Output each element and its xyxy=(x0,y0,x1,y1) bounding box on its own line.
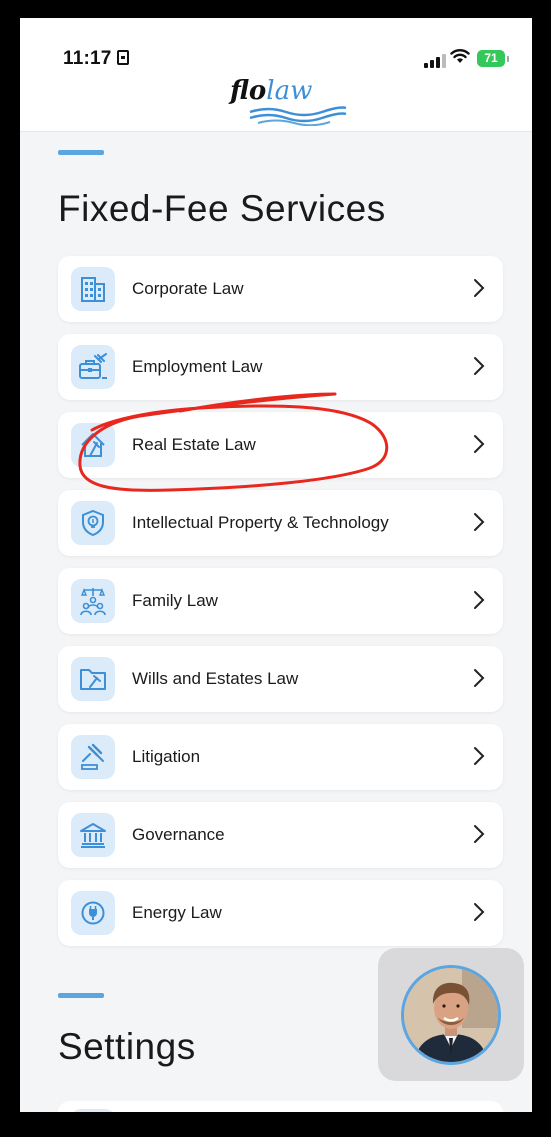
power-plug-icon xyxy=(71,891,115,935)
wifi-icon xyxy=(450,48,470,70)
service-label: Real Estate Law xyxy=(132,435,256,454)
chevron-right-icon xyxy=(474,747,485,765)
status-bar: 11:17 71 xyxy=(20,18,532,70)
battery-icon: 71 xyxy=(477,50,509,67)
service-item-family-law[interactable]: Family Law xyxy=(58,568,503,634)
service-label: Governance xyxy=(132,825,225,844)
phone-screen: 11:17 71 flolaw Fixed-Fee Services Corpo… xyxy=(20,18,532,1112)
service-item-energy-law[interactable]: Energy Law xyxy=(58,880,503,946)
chevron-right-icon xyxy=(474,825,485,843)
assistant-avatar-button[interactable] xyxy=(378,948,524,1081)
service-label: Intellectual Property & Technology xyxy=(132,513,389,532)
sim-icon xyxy=(116,50,129,65)
app-header: flolaw xyxy=(20,68,532,132)
gavel-icon xyxy=(71,735,115,779)
chevron-right-icon xyxy=(474,903,485,921)
service-item-intellectual-property[interactable]: Intellectual Property & Technology xyxy=(58,490,503,556)
institution-icon xyxy=(71,813,115,857)
chevron-right-icon xyxy=(474,591,485,609)
house-icon xyxy=(71,423,115,467)
waves-icon xyxy=(249,106,347,126)
section-accent-bar xyxy=(58,150,104,155)
service-item-corporate-law[interactable]: Corporate Law xyxy=(58,256,503,322)
logo-text: flolaw xyxy=(230,76,313,106)
chevron-right-icon xyxy=(474,357,485,375)
signal-icon xyxy=(424,54,446,68)
service-label: Corporate Law xyxy=(132,279,244,298)
section-title-settings: Settings xyxy=(58,1026,196,1067)
section-title-fixed-fee: Fixed-Fee Services xyxy=(58,188,386,229)
person-portrait-icon xyxy=(404,968,498,1062)
avatar xyxy=(401,965,501,1065)
service-item-real-estate-law[interactable]: Real Estate Law xyxy=(58,412,503,478)
chevron-right-icon xyxy=(474,513,485,531)
service-item-wills-estates[interactable]: Wills and Estates Law xyxy=(58,646,503,712)
chevron-right-icon xyxy=(474,279,485,297)
service-label: Litigation xyxy=(132,747,201,766)
service-item-governance[interactable]: Governance xyxy=(58,802,503,868)
chevron-right-icon xyxy=(474,669,485,687)
service-item-litigation[interactable]: Litigation xyxy=(58,724,503,790)
shield-bulb-icon xyxy=(71,501,115,545)
settings-item-icon xyxy=(71,1109,115,1112)
settings-item[interactable] xyxy=(58,1101,503,1112)
family-scales-icon xyxy=(71,579,115,623)
service-label: Employment Law xyxy=(132,357,263,376)
status-time: 11:17 xyxy=(63,48,129,70)
service-item-employment-law[interactable]: Employment Law xyxy=(58,334,503,400)
service-label: Energy Law xyxy=(132,903,222,922)
service-label: Wills and Estates Law xyxy=(132,669,299,688)
folder-gavel-icon xyxy=(71,657,115,701)
service-label: Family Law xyxy=(132,591,218,610)
briefcase-gavel-icon xyxy=(71,345,115,389)
section-accent-bar xyxy=(58,993,104,998)
logo[interactable]: flolaw xyxy=(230,76,350,128)
building-icon xyxy=(71,267,115,311)
chevron-right-icon xyxy=(474,435,485,453)
